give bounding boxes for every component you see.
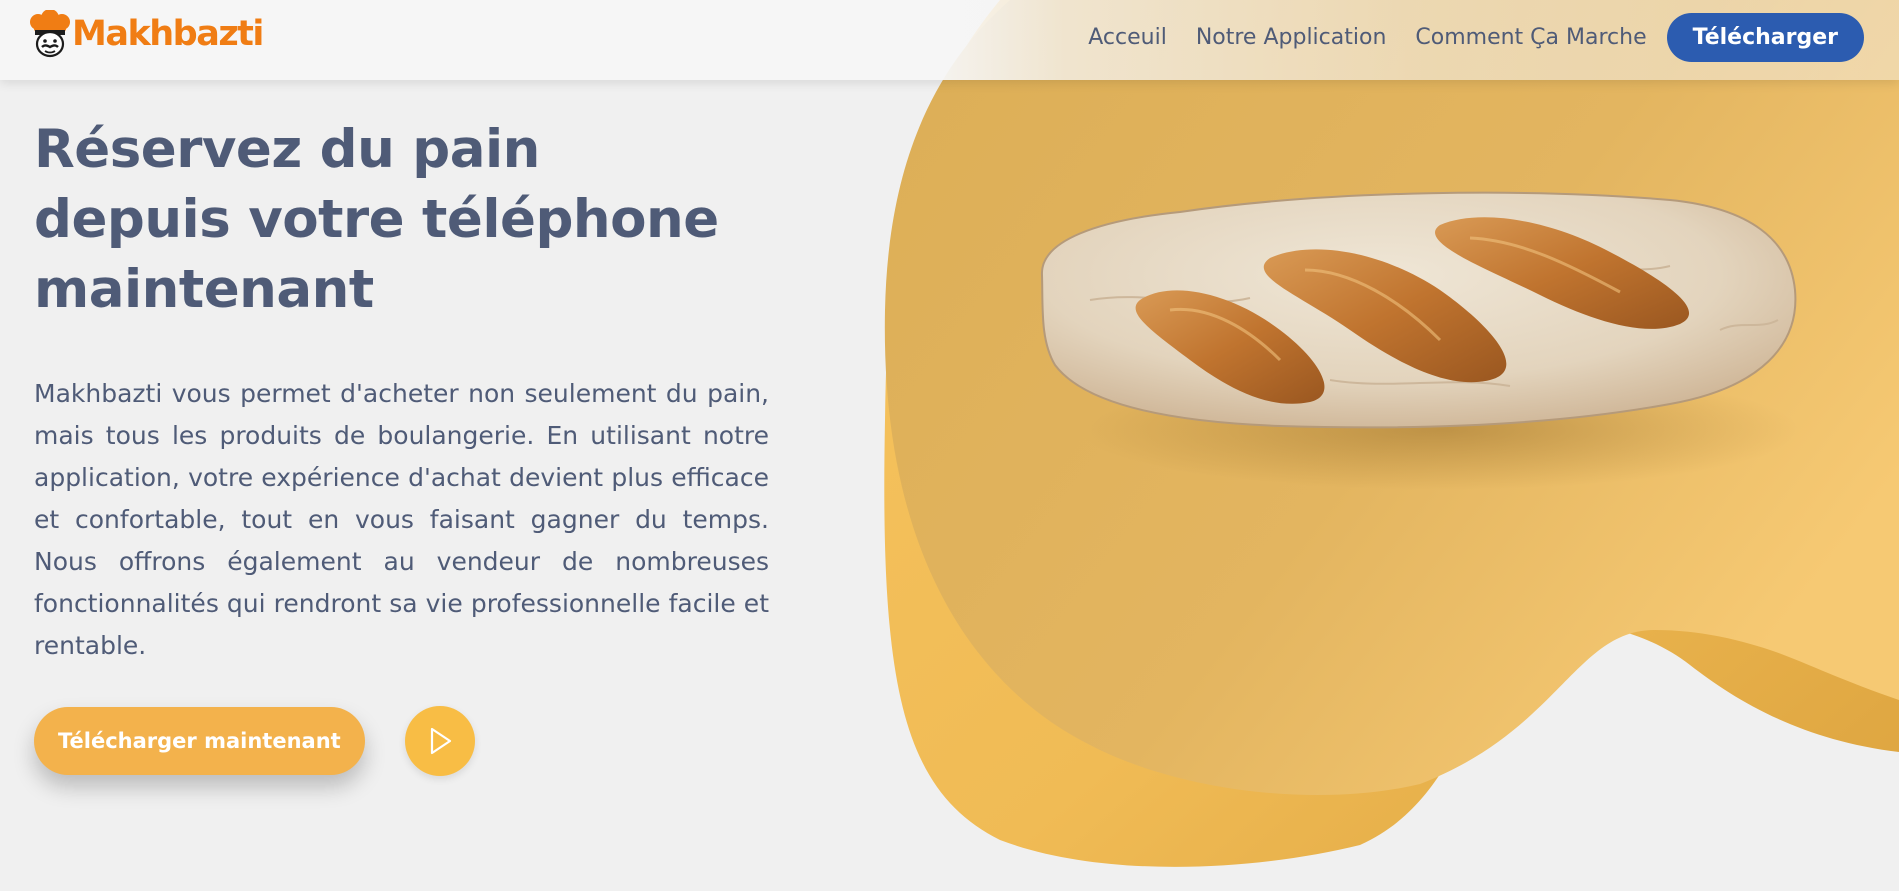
hero-actions: Télécharger maintenant bbox=[34, 706, 475, 776]
nav-link-accueil[interactable]: Acceuil bbox=[1088, 14, 1167, 62]
nav-link-notre-application[interactable]: Notre Application bbox=[1196, 14, 1387, 62]
play-video-button[interactable] bbox=[404, 706, 475, 776]
hero-title-line: maintenant bbox=[34, 259, 374, 320]
download-now-button[interactable]: Télécharger maintenant bbox=[34, 707, 365, 775]
bread-illustration bbox=[1040, 191, 1800, 490]
brand-logo[interactable]: Makhbazti bbox=[24, 10, 264, 58]
hero-title-line: depuis votre téléphone bbox=[34, 189, 719, 250]
chef-mascot-icon bbox=[30, 10, 70, 58]
hero-section: Réservez du pain depuis votre téléphone … bbox=[34, 115, 769, 667]
hero-title-line: Réservez du pain bbox=[34, 119, 540, 180]
hero-title: Réservez du pain depuis votre téléphone … bbox=[34, 115, 769, 325]
play-icon bbox=[430, 727, 451, 755]
download-button[interactable]: Télécharger bbox=[1666, 13, 1864, 62]
main-nav: Acceuil Notre Application Comment Ça Mar… bbox=[1088, 13, 1864, 62]
hero-description: Makhbazti vous permet d'acheter non seul… bbox=[34, 379, 769, 660]
nav-link-comment-ca-marche[interactable]: Comment Ça Marche bbox=[1415, 14, 1646, 62]
site-header: Makhbazti Acceuil Notre Application Comm… bbox=[0, 0, 1899, 80]
brand-name: Makhbazti bbox=[72, 14, 264, 54]
